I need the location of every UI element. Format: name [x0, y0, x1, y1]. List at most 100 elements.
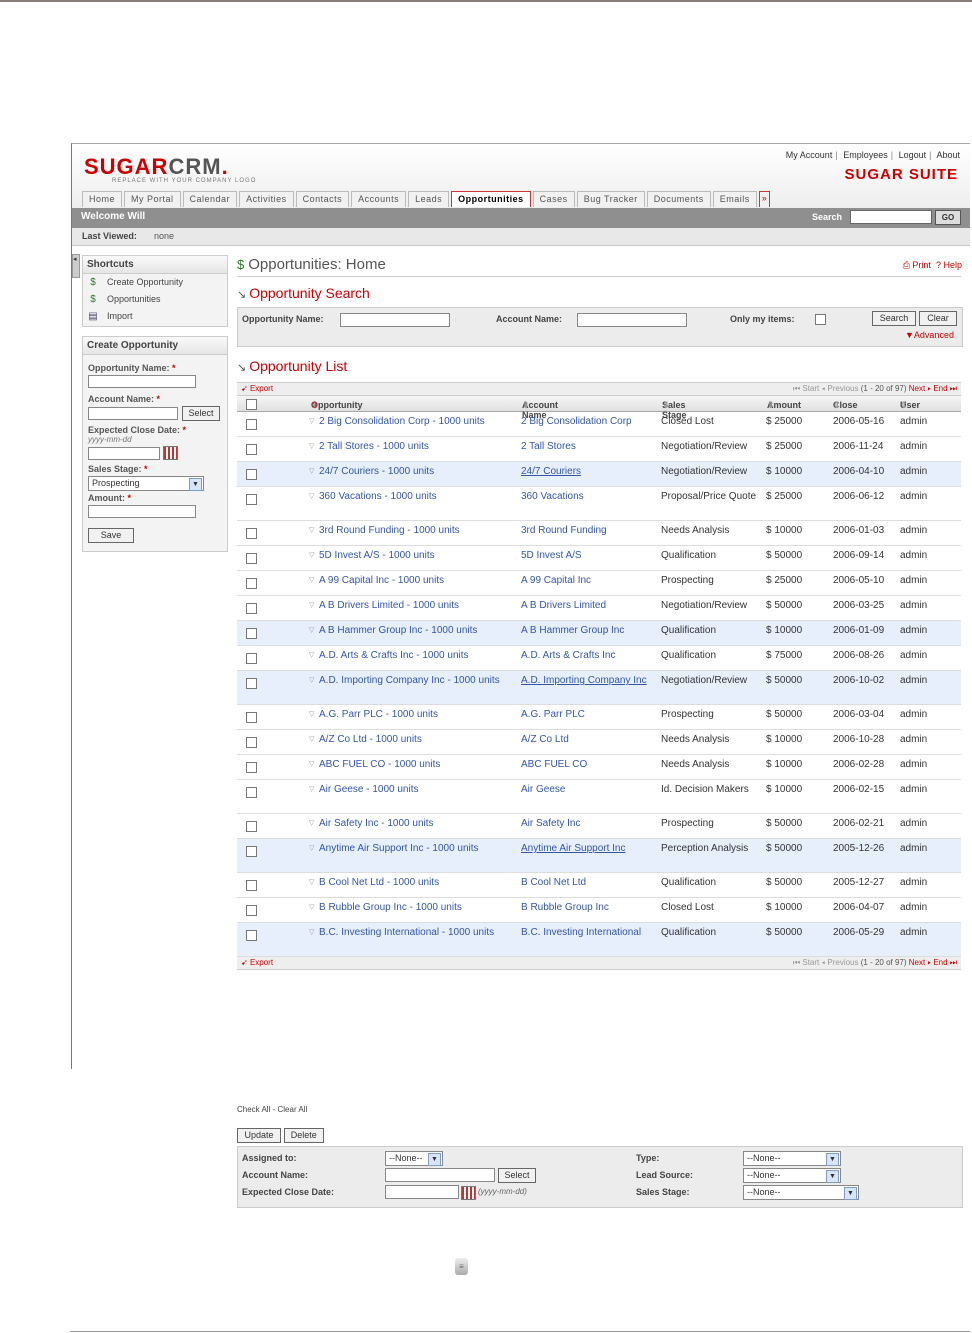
export-link-bottom[interactable]: ➹ Export	[241, 958, 273, 967]
opportunity-name-link[interactable]: 2 Big Consolidation Corp - 1000 units	[319, 415, 519, 428]
row-expand-icon[interactable]: ▽	[309, 733, 314, 746]
account-name-link[interactable]: Anytime Air Support Inc	[521, 842, 653, 855]
account-name-link[interactable]: B.C. Investing International	[521, 926, 653, 939]
row-checkbox[interactable]	[246, 787, 257, 798]
next-link[interactable]: Next ▸	[909, 958, 931, 967]
account-name-link[interactable]: 360 Vacations	[521, 490, 653, 503]
search-account-input[interactable]	[577, 313, 687, 327]
my-account-link[interactable]: My Account	[786, 150, 833, 160]
mass-account-select-button[interactable]: Select	[498, 1168, 536, 1183]
check-all-link[interactable]: Check All	[237, 1105, 270, 1114]
opportunity-name-link[interactable]: 5D Invest A/S - 1000 units	[319, 549, 519, 562]
row-expand-icon[interactable]: ▽	[309, 842, 314, 855]
row-checkbox[interactable]	[246, 444, 257, 455]
row-checkbox[interactable]	[246, 578, 257, 589]
create-account-input[interactable]	[88, 407, 178, 420]
row-expand-icon[interactable]: ▽	[309, 549, 314, 562]
clear-button[interactable]: Clear	[919, 311, 957, 326]
about-link[interactable]: About	[936, 150, 960, 160]
row-expand-icon[interactable]: ▽	[309, 876, 314, 889]
account-name-link[interactable]: A.D. Importing Company Inc	[521, 674, 653, 687]
search-opp-name-input[interactable]	[340, 313, 450, 327]
create-account-select-button[interactable]: Select	[182, 406, 220, 421]
end-link[interactable]: End ⏭	[933, 958, 957, 967]
tab-cases[interactable]: Cases	[532, 191, 575, 207]
opportunity-name-link[interactable]: A.D. Importing Company Inc - 1000 units	[319, 674, 519, 687]
end-link[interactable]: End ⏭	[933, 384, 957, 393]
opportunity-name-link[interactable]: A B Hammer Group Inc - 1000 units	[319, 624, 519, 637]
account-name-link[interactable]: 3rd Round Funding	[521, 524, 653, 537]
row-expand-icon[interactable]: ▽	[309, 649, 314, 662]
opportunity-name-link[interactable]: B Cool Net Ltd - 1000 units	[319, 876, 519, 889]
search-button[interactable]: Search	[872, 311, 916, 326]
delete-button[interactable]: Delete	[283, 1128, 324, 1143]
row-checkbox[interactable]	[246, 880, 257, 891]
row-checkbox[interactable]	[246, 821, 257, 832]
calendar-icon[interactable]	[163, 446, 178, 460]
employees-link[interactable]: Employees	[843, 150, 888, 160]
help-link[interactable]: Help	[943, 260, 962, 270]
row-expand-icon[interactable]: ▽	[309, 574, 314, 587]
advanced-search-link[interactable]: ▼Advanced	[905, 330, 954, 340]
tab-leads[interactable]: Leads	[408, 191, 450, 207]
row-checkbox[interactable]	[246, 419, 257, 430]
print-link[interactable]: Print	[912, 260, 931, 270]
account-name-link[interactable]: 2 Big Consolidation Corp	[521, 415, 653, 428]
account-name-link[interactable]: B Cool Net Ltd	[521, 876, 653, 889]
row-checkbox[interactable]	[246, 737, 257, 748]
row-expand-icon[interactable]: ▽	[309, 524, 314, 537]
account-name-link[interactable]: B Rubble Group Inc	[521, 901, 653, 914]
create-amount-input[interactable]	[88, 505, 196, 518]
opportunity-name-link[interactable]: 24/7 Couriers - 1000 units	[319, 465, 519, 478]
opportunity-name-link[interactable]: Anytime Air Support Inc - 1000 units	[319, 842, 519, 855]
update-button[interactable]: Update	[237, 1128, 281, 1143]
shortcut-import[interactable]: ▤ Import	[83, 308, 227, 325]
opportunity-name-link[interactable]: ABC FUEL CO - 1000 units	[319, 758, 519, 771]
collapse-sidebar-handle[interactable]: ◂	[72, 254, 80, 278]
mass-account-input[interactable]	[385, 1168, 495, 1182]
tab-documents[interactable]: Documents	[646, 191, 711, 207]
row-checkbox[interactable]	[246, 603, 257, 614]
row-expand-icon[interactable]: ▽	[309, 783, 314, 796]
account-name-link[interactable]: Air Safety Inc	[521, 817, 653, 830]
row-checkbox[interactable]	[246, 494, 257, 505]
opportunity-name-link[interactable]: A.G. Parr PLC - 1000 units	[319, 708, 519, 721]
tab-calendar[interactable]: Calendar	[182, 191, 238, 207]
clear-all-link[interactable]: Clear All	[278, 1105, 308, 1114]
opportunity-name-link[interactable]: 360 Vacations - 1000 units	[319, 490, 519, 503]
account-name-link[interactable]: 5D Invest A/S	[521, 549, 653, 562]
row-expand-icon[interactable]: ▽	[309, 490, 314, 503]
account-name-link[interactable]: ABC FUEL CO	[521, 758, 653, 771]
opportunity-name-link[interactable]: A.D. Arts & Crafts Inc - 1000 units	[319, 649, 519, 662]
opportunity-name-link[interactable]: A/Z Co Ltd - 1000 units	[319, 733, 519, 746]
row-checkbox[interactable]	[246, 528, 257, 539]
global-search-go-button[interactable]: GO	[935, 210, 961, 225]
row-checkbox[interactable]	[246, 712, 257, 723]
row-expand-icon[interactable]: ▽	[309, 599, 314, 612]
more-tabs-button[interactable]: »	[758, 191, 771, 207]
tab-my-portal[interactable]: My Portal	[124, 191, 181, 207]
row-expand-icon[interactable]: ▽	[309, 415, 314, 428]
tab-emails[interactable]: Emails	[712, 191, 757, 207]
row-checkbox[interactable]	[246, 469, 257, 480]
lead-source-select[interactable]: --None-- ▼	[743, 1168, 841, 1183]
row-checkbox[interactable]	[246, 628, 257, 639]
account-name-link[interactable]: A.D. Arts & Crafts Inc	[521, 649, 653, 662]
row-checkbox[interactable]	[246, 553, 257, 564]
create-save-button[interactable]: Save	[88, 528, 134, 543]
export-link[interactable]: ➹ Export	[241, 384, 273, 393]
row-checkbox[interactable]	[246, 762, 257, 773]
mass-close-date-input[interactable]	[385, 1185, 459, 1199]
opportunity-name-link[interactable]: B.C. Investing International - 1000 unit…	[319, 926, 519, 939]
tab-home[interactable]: Home	[82, 191, 123, 207]
scroll-icon[interactable]: ≡	[455, 1258, 468, 1275]
row-checkbox[interactable]	[246, 846, 257, 857]
row-expand-icon[interactable]: ▽	[309, 758, 314, 771]
next-link[interactable]: Next ▸	[909, 384, 931, 393]
assigned-to-select[interactable]: --None-- ▼	[385, 1151, 443, 1166]
tab-activities[interactable]: Activities	[239, 191, 294, 207]
opportunity-name-link[interactable]: Air Geese - 1000 units	[319, 783, 519, 796]
row-expand-icon[interactable]: ▽	[309, 465, 314, 478]
logout-link[interactable]: Logout	[899, 150, 927, 160]
row-checkbox[interactable]	[246, 930, 257, 941]
